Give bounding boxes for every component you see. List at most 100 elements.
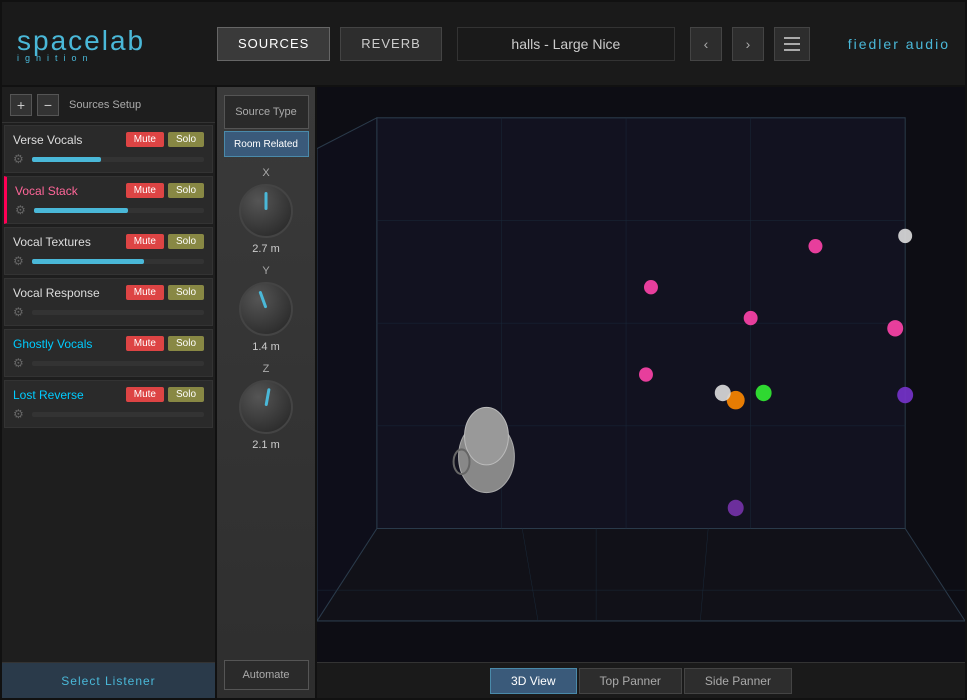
fader-bar[interactable] [32,259,204,264]
fader-fill [32,157,101,162]
gear-icon[interactable]: ⚙ [15,203,29,217]
source-settings-row: ⚙ [13,254,204,268]
y-knob-section: Y 1.4 m [239,265,293,353]
solo-button[interactable]: Solo [168,183,204,198]
main-content: + − Sources Setup Verse Vocals Mute Solo [2,87,965,698]
tab-reverb[interactable]: REVERB [340,27,441,61]
y-knob-label: Y [262,265,269,277]
solo-button[interactable]: Solo [168,132,204,147]
add-source-button[interactable]: + [10,94,32,116]
logo-sub: ignition [17,53,207,63]
sources-header-label: Sources Setup [69,99,141,111]
list-item[interactable]: Vocal Stack Mute Solo ⚙ [4,176,213,224]
source-name: Verse Vocals [13,133,82,147]
menu-line-1 [784,37,800,39]
source-controls: Mute Solo [126,336,204,351]
source-item-header: Verse Vocals Mute Solo [13,132,204,147]
fader-bar[interactable] [32,361,204,366]
fader-bar[interactable] [32,412,204,417]
fader-bar[interactable] [32,310,204,315]
solo-button[interactable]: Solo [168,234,204,249]
view-area [317,87,965,662]
right-panel: 3D View Top Panner Side Panner [317,87,965,698]
tab-sources[interactable]: SOURCES [217,27,330,61]
x-knob-label: X [262,167,269,179]
mute-button[interactable]: Mute [126,336,164,351]
list-item[interactable]: Verse Vocals Mute Solo ⚙ [4,125,213,173]
view-top-button[interactable]: Top Panner [579,668,682,694]
source-controls: Mute Solo [126,387,204,402]
source-item-header: Vocal Stack Mute Solo [15,183,204,198]
y-knob[interactable] [239,282,293,336]
mute-button[interactable]: Mute [126,234,164,249]
top-bar: spacelab ignition SOURCES REVERB halls -… [2,2,965,87]
source-name: Vocal Stack [15,184,78,198]
gear-icon[interactable]: ⚙ [13,356,27,370]
source-name: Vocal Textures [13,235,91,249]
menu-line-2 [784,43,800,45]
solo-button[interactable]: Solo [168,336,204,351]
source-item-header: Vocal Response Mute Solo [13,285,204,300]
x-knob-section: X 2.7 m [239,167,293,255]
fader-bar[interactable] [32,157,204,162]
source-type-button[interactable]: Source Type [224,95,309,129]
source-settings-row: ⚙ [15,203,204,217]
list-item[interactable]: Vocal Response Mute Solo ⚙ [4,278,213,326]
z-knob[interactable] [239,380,293,434]
menu-line-3 [784,49,800,51]
left-panel: + − Sources Setup Verse Vocals Mute Solo [2,87,217,698]
gear-icon[interactable]: ⚙ [13,152,27,166]
list-item[interactable]: Vocal Textures Mute Solo ⚙ [4,227,213,275]
brand-name: fiedler audio [830,36,950,52]
remove-source-button[interactable]: − [37,94,59,116]
solo-button[interactable]: Solo [168,387,204,402]
automate-button[interactable]: Automate [224,660,309,690]
mute-button[interactable]: Mute [126,132,164,147]
z-knob-section: Z 2.1 m [239,363,293,451]
x-knob-value: 2.7 m [252,243,280,255]
source-item-header: Ghostly Vocals Mute Solo [13,336,204,351]
gear-icon[interactable]: ⚙ [13,407,27,421]
source-item-header: Lost Reverse Mute Solo [13,387,204,402]
mute-button[interactable]: Mute [126,285,164,300]
room-related-button[interactable]: Room Related [224,131,309,157]
app-container: spacelab ignition SOURCES REVERB halls -… [0,0,967,700]
view-controls: 3D View Top Panner Side Panner [317,662,965,698]
preset-name: halls - Large Nice [511,36,620,52]
nav-prev-button[interactable]: ‹ [690,27,722,61]
gear-icon[interactable]: ⚙ [13,254,27,268]
source-settings-row: ⚙ [13,407,204,421]
view-3d-button[interactable]: 3D View [490,668,576,694]
select-listener-button[interactable]: Select Listener [2,662,215,698]
menu-button[interactable] [774,27,810,61]
preset-display: halls - Large Nice [457,27,675,61]
mute-button[interactable]: Mute [126,387,164,402]
source-name: Vocal Response [13,286,100,300]
sources-header: + − Sources Setup [2,87,215,123]
source-name: Ghostly Vocals [13,337,92,351]
mute-button[interactable]: Mute [126,183,164,198]
room-3d-view [317,87,965,662]
source-controls: Mute Solo [126,183,204,198]
source-controls: Mute Solo [126,234,204,249]
source-settings-row: ⚙ [13,356,204,370]
list-item[interactable]: Lost Reverse Mute Solo ⚙ [4,380,213,428]
sources-list: Verse Vocals Mute Solo ⚙ [2,123,215,662]
source-settings-row: ⚙ [13,152,204,166]
z-knob-label: Z [263,363,270,375]
x-knob[interactable] [239,184,293,238]
middle-panel: Source Type Room Related X 2.7 m Y 1.4 m… [217,87,317,698]
fader-bar[interactable] [34,208,204,213]
y-knob-value: 1.4 m [252,341,280,353]
solo-button[interactable]: Solo [168,285,204,300]
list-item[interactable]: Ghostly Vocals Mute Solo ⚙ [4,329,213,377]
source-settings-row: ⚙ [13,305,204,319]
view-side-button[interactable]: Side Panner [684,668,792,694]
fader-fill [32,259,144,264]
gear-icon[interactable]: ⚙ [13,305,27,319]
fader-fill [34,208,128,213]
logo-area: spacelab ignition [17,25,207,63]
source-name: Lost Reverse [13,388,84,402]
nav-next-button[interactable]: › [732,27,764,61]
source-controls: Mute Solo [126,285,204,300]
